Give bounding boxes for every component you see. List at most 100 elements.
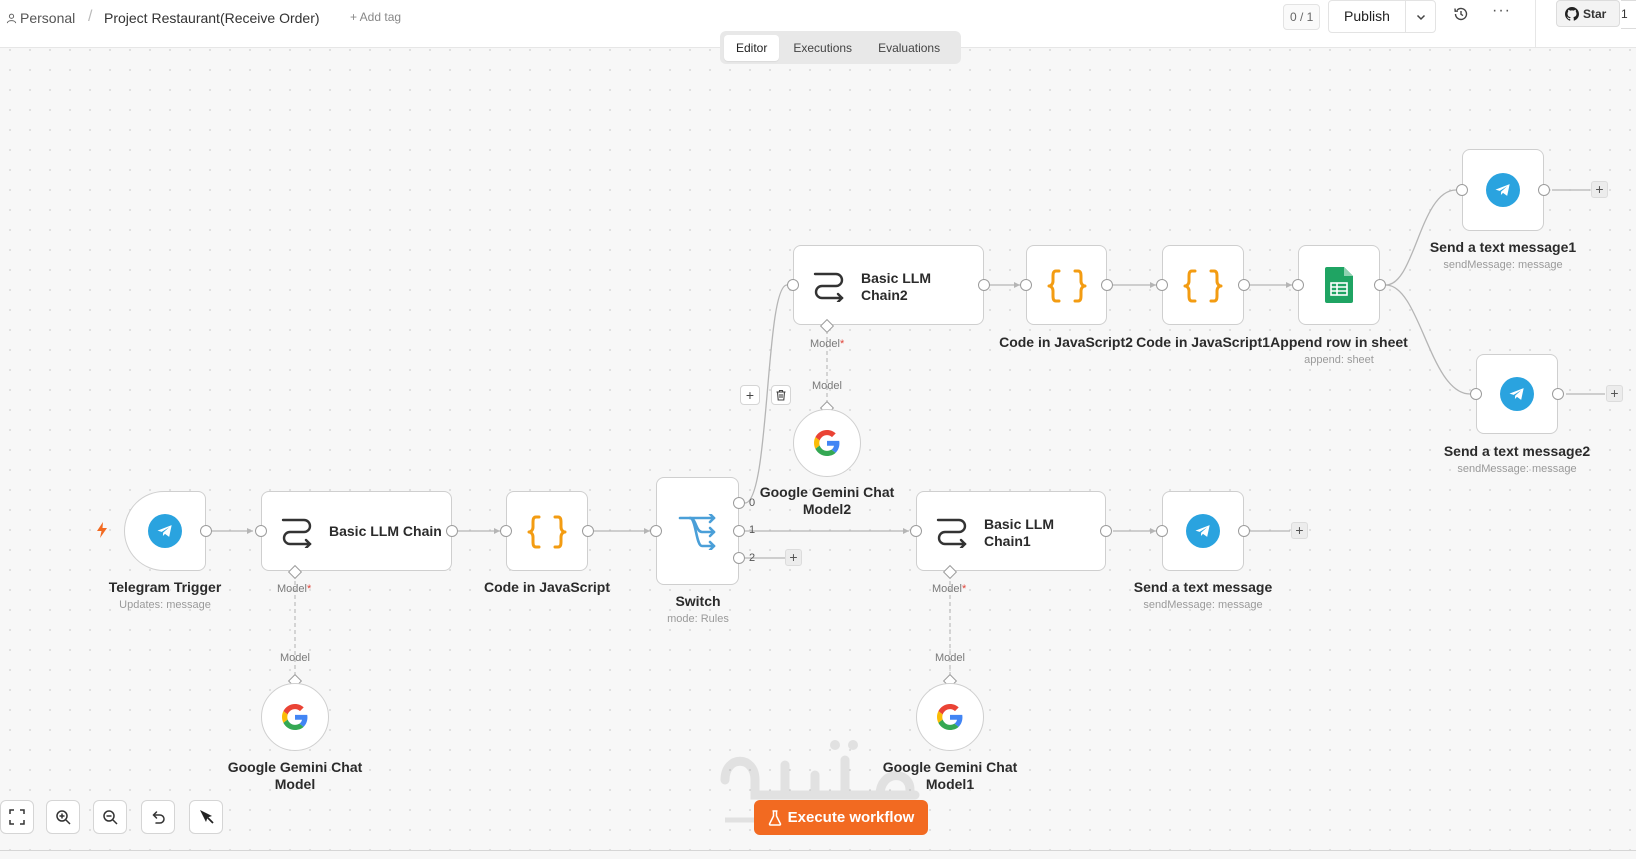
- node-google-gemini-chat-model2[interactable]: [793, 409, 861, 477]
- telegram-icon: [1186, 514, 1220, 548]
- input-port[interactable]: [650, 525, 662, 537]
- output-port[interactable]: [1538, 184, 1550, 196]
- node-label: Code in JavaScript2: [999, 334, 1133, 350]
- tidy-up-button[interactable]: [189, 800, 223, 834]
- node-send-a-text-message1[interactable]: [1462, 149, 1544, 231]
- add-node-button[interactable]: +: [1291, 522, 1308, 539]
- arrowhead: [903, 528, 909, 534]
- llm-chain-icon: [936, 518, 967, 548]
- node-code-in-javascript1[interactable]: [1162, 245, 1244, 325]
- flask-icon: [768, 809, 781, 826]
- input-port[interactable]: [910, 525, 922, 537]
- node-subtitle: append: sheet: [1304, 354, 1374, 366]
- undo-button[interactable]: [141, 800, 175, 834]
- node-label: Google Gemini Chat Model2: [759, 484, 895, 517]
- input-port[interactable]: [1292, 279, 1304, 291]
- input-port[interactable]: [787, 279, 799, 291]
- node-label: Send a text message2: [1443, 443, 1591, 459]
- node-send-a-text-message2[interactable]: [1476, 354, 1558, 434]
- undo-icon: [152, 811, 165, 824]
- output-port[interactable]: [200, 525, 212, 537]
- delete-connection-button[interactable]: [771, 385, 791, 405]
- node-subtitle: sendMessage: message: [1457, 463, 1577, 475]
- node-label: Append row in sheet: [1270, 334, 1408, 350]
- node-google-gemini-chat-model[interactable]: [261, 683, 329, 751]
- output-port[interactable]: [446, 525, 458, 537]
- output-port[interactable]: [1238, 525, 1250, 537]
- telegram-icon: [1486, 173, 1520, 207]
- zoom-out-icon: [103, 810, 118, 825]
- input-port[interactable]: [1156, 279, 1168, 291]
- llm-chain-icon: [281, 518, 312, 548]
- output-port-0[interactable]: [733, 497, 745, 509]
- node-label: Basic LLM Chain: [329, 523, 442, 539]
- telegram-icon: [1500, 377, 1534, 411]
- output-port-1[interactable]: [733, 525, 745, 537]
- canvas-bottom-border: [0, 850, 1636, 851]
- node-subtitle: mode: Rules: [667, 613, 729, 625]
- fit-view-icon: [9, 809, 25, 825]
- fit-view-button[interactable]: [0, 800, 34, 834]
- output-port[interactable]: [978, 279, 990, 291]
- input-port[interactable]: [1456, 184, 1468, 196]
- node-switch[interactable]: [656, 477, 739, 585]
- model-port-label: Model*: [932, 583, 967, 595]
- node-subtitle: Updates: message: [119, 599, 211, 611]
- model-connection-label: Model: [280, 652, 310, 664]
- telegram-icon: [148, 514, 182, 548]
- node-label: Code in JavaScript1: [1136, 334, 1270, 350]
- google-sheets-icon: [1325, 267, 1353, 303]
- output-port[interactable]: [1100, 525, 1112, 537]
- output-port[interactable]: [582, 525, 594, 537]
- node-label: Send a text message1: [1429, 239, 1577, 255]
- node-label: Send a text message: [1133, 579, 1273, 595]
- input-port[interactable]: [1470, 388, 1482, 400]
- node-label: Basic LLM Chain2: [861, 270, 932, 303]
- zoom-in-button[interactable]: [46, 800, 80, 834]
- node-code-in-javascript2[interactable]: [1026, 245, 1107, 325]
- node-label: Google Gemini Chat Model1: [882, 759, 1018, 792]
- output-port-2[interactable]: [733, 552, 745, 564]
- node-label: Telegram Trigger: [108, 579, 222, 595]
- model-connection-label: Model: [935, 652, 965, 664]
- zoom-out-button[interactable]: [93, 800, 127, 834]
- node-telegram-trigger[interactable]: [124, 491, 206, 571]
- output-port-1-label: 1: [749, 524, 756, 536]
- add-node-button[interactable]: +: [1606, 385, 1623, 402]
- node-basic-llm-chain[interactable]: Basic LLM Chain: [261, 491, 452, 571]
- magic-wand-icon: [200, 810, 214, 824]
- output-port[interactable]: [1101, 279, 1113, 291]
- execute-workflow-button[interactable]: Execute workflow: [754, 800, 928, 835]
- add-on-connection-button[interactable]: +: [740, 385, 760, 405]
- add-node-button[interactable]: +: [785, 549, 802, 566]
- node-send-a-text-message[interactable]: [1162, 491, 1244, 571]
- llm-chain-icon: [813, 272, 844, 302]
- trash-icon: [776, 389, 786, 401]
- node-label: Basic LLM Chain1: [984, 516, 1055, 549]
- google-icon: [937, 704, 963, 730]
- input-port[interactable]: [1020, 279, 1032, 291]
- input-port[interactable]: [500, 525, 512, 537]
- lightning-icon: [97, 522, 107, 538]
- model-port-label: Model*: [810, 338, 845, 350]
- model-connection-label: Model: [812, 380, 842, 392]
- node-append-row-in-sheet[interactable]: [1298, 245, 1380, 325]
- input-port[interactable]: [255, 525, 267, 537]
- node-google-gemini-chat-model1[interactable]: [916, 683, 984, 751]
- output-port[interactable]: [1552, 388, 1564, 400]
- model-port-label: Model*: [277, 583, 312, 595]
- node-basic-llm-chain1[interactable]: Basic LLM Chain1: [916, 491, 1106, 571]
- zoom-in-icon: [56, 810, 71, 825]
- node-basic-llm-chain2[interactable]: Basic LLM Chain2: [793, 245, 984, 325]
- arrowhead: [247, 528, 253, 534]
- google-icon: [814, 430, 840, 456]
- output-port[interactable]: [1238, 279, 1250, 291]
- output-port-2-label: 2: [749, 552, 756, 564]
- input-port[interactable]: [1156, 525, 1168, 537]
- node-subtitle: sendMessage: message: [1443, 259, 1563, 271]
- execute-workflow-label: Execute workflow: [787, 809, 915, 826]
- node-code-in-javascript[interactable]: [506, 491, 588, 571]
- add-node-button[interactable]: +: [1591, 181, 1608, 198]
- output-port[interactable]: [1374, 279, 1386, 291]
- node-label: Google Gemini Chat Model: [227, 759, 363, 792]
